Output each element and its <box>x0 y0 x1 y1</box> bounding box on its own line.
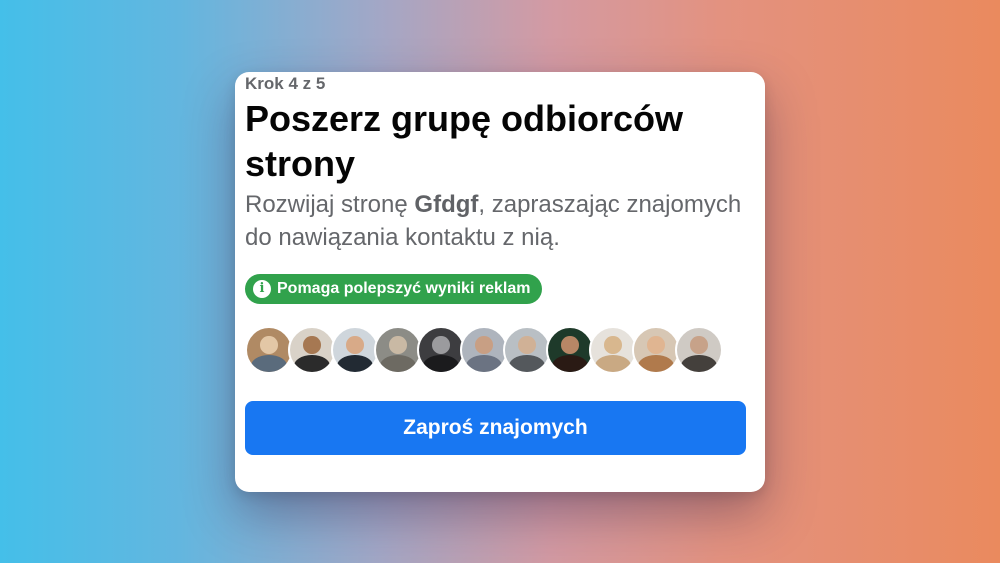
friend-avatar[interactable] <box>288 326 336 374</box>
friend-avatar[interactable] <box>460 326 508 374</box>
friend-avatar[interactable] <box>417 326 465 374</box>
badge-label: Pomaga polepszyć wyniki reklam <box>277 280 531 297</box>
friend-avatar[interactable] <box>546 326 594 374</box>
friend-avatar[interactable] <box>675 326 723 374</box>
friend-avatar[interactable] <box>503 326 551 374</box>
card-title: Poszerz grupę odbiorców strony <box>245 98 684 184</box>
friend-avatar[interactable] <box>331 326 379 374</box>
friend-avatar[interactable] <box>245 326 293 374</box>
invite-friends-card: Krok 4 z 5 Poszerz grupę odbiorców stron… <box>235 72 765 492</box>
friend-avatars <box>245 326 723 374</box>
friend-avatar[interactable] <box>374 326 422 374</box>
invite-friends-button[interactable]: Zaproś znajomych <box>245 401 746 455</box>
page-name: Gfdgf <box>414 191 479 218</box>
step-indicator: Krok 4 z 5 <box>245 74 326 93</box>
description-prefix: Rozwijaj stronę <box>245 191 415 218</box>
friend-avatar[interactable] <box>632 326 680 374</box>
friend-avatar[interactable] <box>589 326 637 374</box>
info-icon: i <box>253 280 271 298</box>
card-description: Rozwijaj stronę Gfdgf, zapraszając znajo… <box>245 188 745 254</box>
ad-results-badge: i Pomaga polepszyć wyniki reklam <box>245 274 543 304</box>
